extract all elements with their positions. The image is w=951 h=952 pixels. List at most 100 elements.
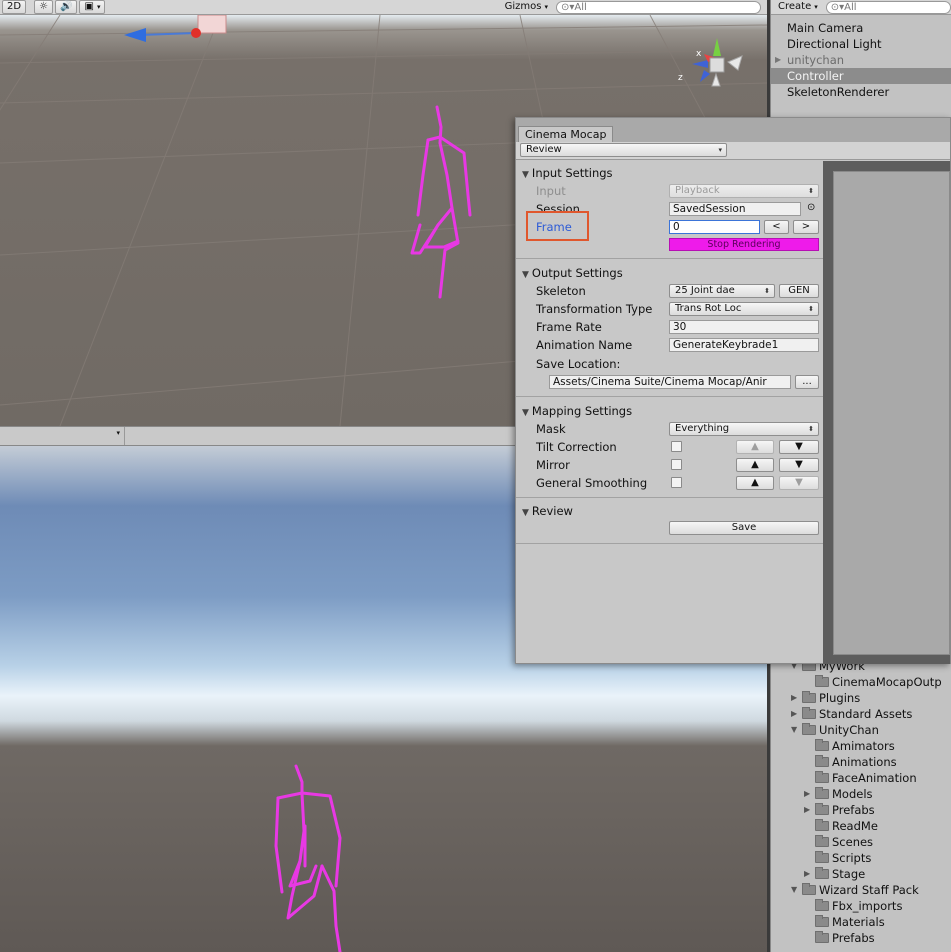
project-folder-wizard-staff-pack[interactable]: ▼ Wizard Staff Pack: [791, 882, 919, 898]
stop-rendering-button[interactable]: Stop Rendering: [669, 238, 819, 251]
gizmos-dropdown[interactable]: Gizmos ▾: [501, 0, 552, 14]
collapse-arrow-icon[interactable]: ▼: [791, 882, 799, 898]
frame-field[interactable]: 0: [669, 220, 760, 234]
project-folder-models[interactable]: ▶ Models: [804, 786, 873, 802]
animation-name-label: Animation Name: [536, 338, 633, 352]
project-folder-scenes[interactable]: Scenes: [815, 834, 873, 850]
tilt-correction-checkbox[interactable]: [671, 441, 682, 452]
save-location-value: Assets/Cinema Suite/Cinema Mocap/Anir: [553, 376, 767, 388]
hierarchy-item-label: Main Camera: [787, 21, 864, 35]
create-dropdown[interactable]: Create ▾: [774, 0, 822, 14]
hierarchy-item-controller[interactable]: Controller: [771, 68, 951, 84]
folder-label: Stage: [832, 867, 866, 881]
animation-name-value: GenerateKeybrade1: [673, 339, 779, 351]
chevron-down-icon: ▾: [814, 3, 818, 11]
project-folder-amimators[interactable]: Amimators: [815, 738, 895, 754]
project-folder-stage[interactable]: ▶ Stage: [804, 866, 865, 882]
gen-button[interactable]: GEN: [779, 284, 819, 298]
next-frame-button[interactable]: >: [793, 220, 819, 234]
divider: [516, 543, 823, 544]
project-folder-faceanimation[interactable]: FaceAnimation: [815, 770, 917, 786]
expand-arrow-icon[interactable]: ▶: [791, 706, 799, 722]
expand-arrow-icon[interactable]: ▶: [791, 690, 799, 706]
object-picker-icon[interactable]: ⊙: [807, 202, 815, 213]
browse-button[interactable]: ...: [795, 375, 819, 389]
game-display-dropdown[interactable]: ▾: [0, 427, 125, 445]
orientation-gizmo[interactable]: z x: [672, 36, 752, 96]
project-folder-fbx-imports[interactable]: Fbx_imports: [815, 898, 902, 914]
project-folder-plugins[interactable]: ▶ Plugins: [791, 690, 860, 706]
mirror-down-button[interactable]: ▼: [779, 458, 819, 472]
tilt-up-button[interactable]: ▲: [736, 440, 774, 454]
save-button[interactable]: Save: [669, 521, 819, 535]
lighting-toggle-button[interactable]: ☼: [34, 0, 54, 14]
input-dropdown[interactable]: Playback ⬍: [669, 184, 819, 198]
mocap-mode-bar: Review ▾: [516, 142, 950, 160]
hierarchy-item-skeletonrenderer[interactable]: SkeletonRenderer: [771, 84, 951, 100]
tilt-down-button[interactable]: ▼: [779, 440, 819, 454]
mask-dropdown[interactable]: Everything ⬍: [669, 422, 819, 436]
mirror-checkbox[interactable]: [671, 459, 682, 470]
folder-icon: [815, 787, 829, 799]
divider: [516, 497, 823, 498]
folder-label: UnityChan: [819, 723, 879, 737]
folder-label: Prefabs: [832, 931, 875, 945]
cinema-mocap-window[interactable]: Cinema Mocap Review ▾ ▼ Input Settings Inp…: [515, 117, 951, 664]
tab-cinema-mocap[interactable]: Cinema Mocap: [518, 126, 614, 143]
folder-label: Amimators: [832, 739, 895, 753]
audio-toggle-button[interactable]: 🔊: [55, 0, 78, 14]
game-skeleton-figure: [274, 764, 342, 952]
frame-rate-field[interactable]: 30: [669, 320, 819, 334]
session-field[interactable]: SavedSession: [669, 202, 801, 216]
chevron-down-icon: ▾: [116, 429, 120, 437]
2d-toggle-button[interactable]: 2D: [2, 0, 27, 14]
folder-icon: [815, 931, 829, 943]
mask-value: Everything: [675, 423, 730, 434]
animation-name-field[interactable]: GenerateKeybrade1: [669, 338, 819, 352]
folder-label: Scripts: [832, 851, 872, 865]
save-location-field[interactable]: Assets/Cinema Suite/Cinema Mocap/Anir: [549, 375, 791, 389]
folder-label: ReadMe: [832, 819, 878, 833]
expand-arrow-icon[interactable]: ▶: [775, 52, 781, 68]
collapse-arrow-icon[interactable]: ▼: [791, 722, 799, 738]
smoothing-up-button[interactable]: ▲: [736, 476, 774, 490]
project-folder-cinemamocapoutp[interactable]: CinemaMocapOutp: [815, 674, 942, 690]
project-folder-scripts[interactable]: Scripts: [815, 850, 871, 866]
tab-label: Cinema Mocap: [525, 128, 607, 141]
smoothing-down-button[interactable]: ▼: [779, 476, 819, 490]
project-folder-unitychan[interactable]: ▼ UnityChan: [791, 722, 879, 738]
expand-arrow-icon[interactable]: ▶: [804, 802, 812, 818]
mode-dropdown[interactable]: Review ▾: [520, 143, 727, 157]
project-folder-standard-assets[interactable]: ▶ Standard Assets: [791, 706, 912, 722]
project-folder-animations[interactable]: Animations: [815, 754, 897, 770]
project-folder-prefabs-2[interactable]: Prefabs: [815, 930, 875, 946]
expand-arrow-icon[interactable]: ▶: [804, 786, 812, 802]
section-title: Mapping Settings: [531, 404, 633, 418]
hierarchy-search-input[interactable]: ⊙▾All: [825, 0, 951, 14]
project-folder-prefabs[interactable]: ▶ Prefabs: [804, 802, 875, 818]
project-folder-materials[interactable]: Materials: [815, 914, 885, 930]
mirror-up-button[interactable]: ▲: [736, 458, 774, 472]
project-folder-readme[interactable]: ReadMe: [815, 818, 878, 834]
effects-dropdown[interactable]: ▣ ▾: [79, 0, 106, 14]
transformation-type-dropdown[interactable]: Trans Rot Loc ⬍: [669, 302, 819, 316]
hierarchy-item-directional-light[interactable]: Directional Light: [771, 36, 951, 52]
hierarchy-item-unitychan[interactable]: ▶ unitychan: [771, 52, 951, 68]
review-header[interactable]: ▼ Review: [516, 503, 823, 519]
expand-arrow-icon[interactable]: ▶: [804, 866, 812, 882]
output-settings-header[interactable]: ▼ Output Settings: [516, 265, 823, 281]
mapping-settings-header[interactable]: ▼ Mapping Settings: [516, 403, 823, 419]
prev-frame-button[interactable]: <: [764, 220, 789, 234]
prev-label: <: [772, 221, 781, 232]
general-smoothing-checkbox[interactable]: [671, 477, 682, 488]
folder-label: Plugins: [819, 691, 861, 705]
scene-search-input[interactable]: ⊙▾All: [556, 0, 761, 14]
input-settings-header[interactable]: ▼ Input Settings: [516, 165, 823, 181]
chevron-down-icon: ▾: [718, 146, 722, 154]
hierarchy-item-main-camera[interactable]: Main Camera: [771, 20, 951, 36]
mirror-label: Mirror: [536, 458, 570, 472]
gen-label: GEN: [788, 285, 810, 296]
search-placeholder: All: [574, 1, 587, 13]
skeleton-dropdown[interactable]: 25 Joint dae ⬍: [669, 284, 775, 298]
preview-viewport[interactable]: [833, 171, 950, 655]
